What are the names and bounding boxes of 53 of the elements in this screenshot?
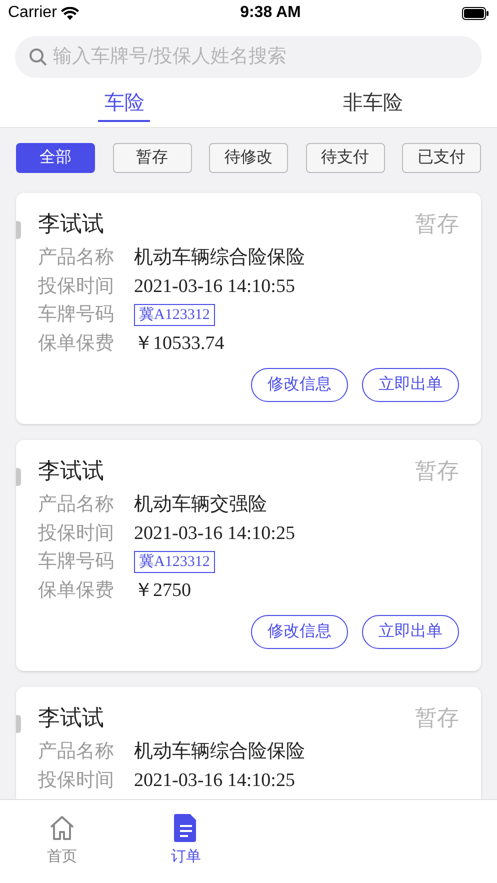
- field-label: 产品名称: [38, 493, 114, 517]
- field-label: 产品名称: [38, 246, 114, 270]
- tab[interactable]: 车险: [98, 88, 150, 122]
- battery-icon: [462, 6, 489, 20]
- tab[interactable]: 非车险: [336, 88, 409, 122]
- search-icon: [29, 48, 47, 66]
- customer-name: 李试试: [38, 210, 104, 238]
- plate-tag: 冀A123312: [134, 551, 215, 574]
- field-value: 2021-03-16 14:10:25: [134, 522, 295, 546]
- time-label: 9:38 AM: [240, 3, 301, 23]
- status-label: 暂存: [415, 457, 459, 485]
- action-button[interactable]: 修改信息: [251, 368, 348, 402]
- field-label: 投保时间: [38, 274, 114, 298]
- field-label: 投保时间: [38, 522, 114, 546]
- field-value: 机动车辆综合险保险: [134, 740, 305, 764]
- wifi-icon: [60, 6, 79, 20]
- filter-chip[interactable]: 待修改: [209, 143, 288, 173]
- carrier-label: Carrier: [8, 3, 57, 23]
- status-label: 暂存: [415, 210, 459, 238]
- card-marker: [16, 715, 21, 733]
- home-icon: [48, 814, 76, 842]
- filter-chip[interactable]: 全部: [16, 143, 95, 173]
- field-value: 机动车辆综合险保险: [134, 246, 305, 270]
- order-card[interactable]: 李试试 暂存 产品名称 机动车辆综合险保险 投保时间 2021-03-16 14:10:25: [16, 687, 481, 799]
- field-value: 2021-03-16 14:10:55: [134, 274, 295, 298]
- customer-name: 李试试: [38, 704, 104, 732]
- field-label: 车牌号码: [38, 303, 114, 327]
- field-label: 保单保费: [38, 332, 114, 356]
- field-value: 2021-03-16 14:10:25: [134, 768, 295, 792]
- order-card[interactable]: 李试试 暂存 产品名称 机动车辆综合险保险 投保时间 2021-03-16 14:10:55 车牌号码 冀A123312 保单保费 ￥10533.74 修改信息 立即出单: [16, 193, 481, 424]
- nav-tab[interactable]: 首页: [0, 800, 124, 883]
- action-button[interactable]: 立即出单: [362, 615, 459, 649]
- filter-chip[interactable]: 暂存: [112, 143, 192, 173]
- field-label: 车牌号码: [38, 550, 114, 574]
- nav-tab[interactable]: 订单: [124, 800, 248, 883]
- card-marker: [16, 221, 21, 239]
- field-label: 投保时间: [38, 768, 114, 792]
- action-button[interactable]: 立即出单: [362, 368, 459, 402]
- search-field[interactable]: 输入车牌号/投保人姓名搜索: [15, 36, 482, 78]
- status-label: 暂存: [415, 704, 459, 732]
- document-icon: [173, 814, 199, 842]
- plate-tag: 冀A123312: [134, 304, 215, 326]
- filter-chip[interactable]: 待支付: [306, 143, 384, 173]
- field-value: ￥10533.74: [134, 332, 224, 356]
- card-marker: [16, 468, 21, 486]
- field-label: 保单保费: [38, 578, 114, 602]
- filter-chip[interactable]: 已支付: [402, 143, 481, 173]
- field-value: 机动车辆交强险: [134, 493, 267, 517]
- order-card[interactable]: 李试试 暂存 产品名称 机动车辆交强险 投保时间 2021-03-16 14:10:25 车牌号码 冀A123312 保单保费 ￥2750 修改信息 立即出单: [16, 440, 481, 671]
- field-label: 产品名称: [38, 740, 114, 764]
- customer-name: 李试试: [38, 457, 104, 485]
- action-button[interactable]: 修改信息: [251, 615, 348, 649]
- field-value: ￥2750: [134, 578, 191, 602]
